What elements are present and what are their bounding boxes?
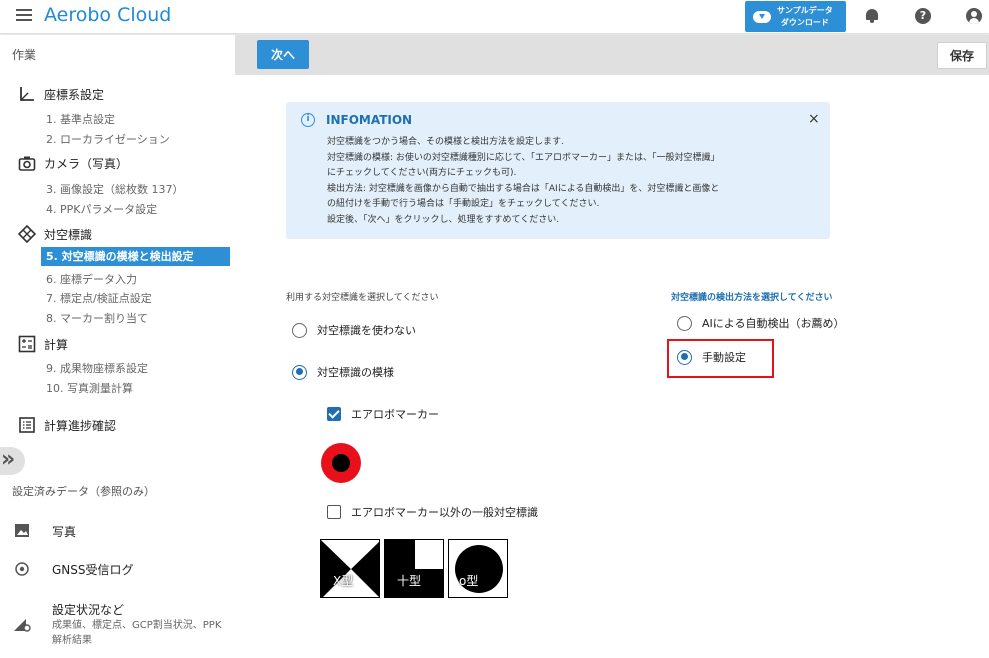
account-icon[interactable] — [966, 8, 982, 24]
sidebar-progress[interactable]: 計算進捗確認 — [18, 416, 116, 434]
work-section-title: 作業 — [12, 48, 37, 62]
next-button[interactable]: 次へ — [257, 40, 309, 69]
highlight-box — [667, 339, 774, 378]
radio-no-marker[interactable]: 対空標識を使わない — [292, 322, 416, 338]
checkbox-box — [327, 407, 341, 421]
target-type-x[interactable]: X型 — [320, 539, 380, 598]
radio-label: 対空標識を使わない — [317, 324, 416, 337]
checkbox-label: エアロボマーカー — [351, 408, 439, 421]
download-label-line2: ダウンロード — [780, 17, 829, 27]
app-title: Aerobo Cloud — [44, 4, 172, 26]
reference-settings[interactable]: 設定状況など — [52, 601, 124, 618]
photo-icon — [13, 522, 31, 540]
info-body: 対空標識をつかう場合、その模様と検出方法を設定します. 対空標識の模様: お使い… — [327, 135, 817, 228]
sidebar-item-image-settings[interactable]: 3. 画像設定（総枚数 137） — [46, 181, 183, 197]
list-icon — [18, 416, 36, 434]
info-icon: i — [301, 113, 315, 127]
calculator-icon — [18, 335, 36, 353]
radio-circle — [292, 364, 307, 380]
radio-circle — [677, 315, 692, 331]
settings-status-icon — [13, 615, 31, 633]
sidebar-progress-label: 計算進捗確認 — [44, 418, 117, 433]
target-type-circle[interactable]: o型 — [448, 539, 508, 598]
sidebar-group-gcp[interactable]: 対空標識 — [17, 224, 93, 244]
help-icon[interactable]: ? — [915, 8, 931, 24]
checkbox-box — [327, 505, 341, 519]
reference-photo[interactable]: 写真 — [52, 523, 76, 540]
marker-section-label: 利用する対空標識を選択してください — [286, 293, 439, 303]
info-line: 対空標識をつかう場合、その模様と検出方法を設定します. — [327, 137, 564, 147]
info-title: INFOMATION — [326, 113, 413, 127]
target-icon — [17, 224, 37, 244]
toolbar: 次へ 保存 — [235, 35, 989, 75]
bell-icon[interactable] — [864, 8, 880, 24]
download-label-line1: サンプルデータ — [777, 5, 833, 15]
sample-download-button[interactable]: サンプルデータ ダウンロード — [745, 1, 846, 32]
collapse-arrows-icon[interactable]: » — [0, 447, 25, 475]
sidebar-item-photogrammetry[interactable]: 10. 写真測量計算 — [46, 380, 133, 396]
save-button[interactable]: 保存 — [937, 42, 987, 69]
sidebar-item-control-points[interactable]: 7. 標定点/検証点設定 — [46, 290, 152, 306]
app-header: Aerobo Cloud サンプルデータ ダウンロード ? — [0, 0, 989, 34]
info-panel: i INFOMATION × 対空標識をつかう場合、その模様と検出方法を設定しま… — [286, 102, 830, 239]
gnss-icon — [13, 560, 31, 578]
info-line: 対空標識の模様: お使いの対空標識種別に応じて、「エアロボマーカー」または、「一… — [327, 152, 720, 163]
target-type-label: 十型 — [397, 574, 422, 588]
sidebar-item-ppk[interactable]: 4. PPKパラメータ設定 — [46, 201, 157, 217]
menu-icon[interactable] — [16, 9, 32, 23]
radio-label: 対空標識の模様 — [317, 366, 394, 379]
target-type-label: X型 — [333, 574, 354, 588]
radio-circle — [292, 322, 307, 338]
target-type-label: o型 — [459, 574, 479, 588]
info-line: にチェックしてください(両方にチェックも可). — [327, 168, 517, 178]
info-line: 検出方法: 対空標識を画像から自動で抽出する場合は「AIによる自動検出」を、対空… — [327, 183, 720, 194]
sidebar-item-base-point[interactable]: 1. 基準点設定 — [46, 111, 115, 127]
checkbox-label: エアロボマーカー以外の一般対空標識 — [351, 506, 538, 519]
radio-marker-pattern[interactable]: 対空標識の模様 — [292, 364, 394, 380]
sidebar: 作業 座標系設定 1. 基準点設定 2. ローカライゼーション カメラ（写真） … — [0, 35, 235, 658]
sidebar-group-label: 計算 — [44, 337, 69, 352]
target-type-cross[interactable]: 十型 — [384, 539, 444, 598]
reference-gnss-log[interactable]: GNSS受信ログ — [52, 561, 134, 578]
checkbox-general-marker[interactable]: エアロボマーカー以外の一般対空標識 — [327, 504, 538, 520]
sidebar-group-label: 対空標識 — [44, 227, 93, 242]
camera-icon — [18, 154, 36, 172]
cloud-download-icon — [753, 10, 771, 23]
axis-icon — [18, 85, 36, 103]
sidebar-group-label: カメラ（写真） — [44, 156, 129, 171]
aerobo-marker-image — [321, 443, 361, 483]
sidebar-group-coordinate[interactable]: 座標系設定 — [18, 85, 104, 103]
app: Aerobo Cloud サンプルデータ ダウンロード ? 作業 座標系設定 1.… — [0, 0, 989, 658]
radio-label: AIによる自動検出（お薦め） — [702, 317, 845, 330]
sidebar-item-output-crs[interactable]: 9. 成果物座標系設定 — [46, 360, 148, 376]
sidebar-group-camera[interactable]: カメラ（写真） — [18, 154, 128, 172]
sidebar-item-coordinate-input[interactable]: 6. 座標データ入力 — [46, 271, 137, 287]
reference-settings-sub: 成果値、標定点、GCP割当状況、PPK解析結果 — [52, 620, 222, 646]
info-line: 設定後、「次へ」をクリックし、処理をすすめてください. — [327, 214, 560, 225]
close-icon[interactable]: × — [808, 111, 820, 127]
sidebar-item-marker-pattern[interactable]: 5. 対空標識の模様と検出設定 — [41, 247, 230, 266]
sidebar-item-marker-assign[interactable]: 8. マーカー割り当て — [46, 310, 148, 326]
sidebar-group-calc[interactable]: 計算 — [18, 335, 68, 353]
sidebar-item-localization[interactable]: 2. ローカライゼーション — [46, 131, 170, 147]
sidebar-group-label: 座標系設定 — [44, 87, 105, 102]
checkbox-aerobo-marker[interactable]: エアロボマーカー — [327, 406, 439, 422]
reference-section-title: 設定済みデータ（参照のみ） — [12, 485, 155, 498]
detection-section-label: 対空標識の検出方法を選択してください — [671, 293, 833, 303]
radio-ai-detection[interactable]: AIによる自動検出（お薦め） — [677, 315, 844, 331]
info-line: の紐付けを手動で行う場合は「手動設定」をチェックしてください. — [327, 199, 600, 209]
